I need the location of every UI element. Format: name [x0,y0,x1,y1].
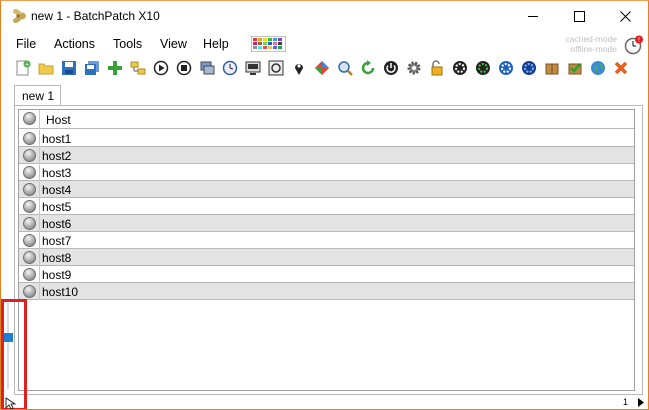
host-cell[interactable]: host9 [42,268,71,282]
status-ball-icon [23,200,36,213]
queue-icon[interactable] [266,58,286,78]
host-cell[interactable]: host3 [42,166,71,180]
minimize-icon [527,15,538,17]
table-row[interactable]: host1 [19,130,634,147]
title-bar: new 1 - BatchPatch X10 [1,1,648,31]
status-ball-icon [23,251,36,264]
save-icon[interactable] [59,58,79,78]
host-cell[interactable]: host7 [42,234,71,248]
status-ball-icon [23,112,36,125]
tab-new-1[interactable]: new 1 [14,85,61,106]
table-row[interactable]: host2 [19,147,634,164]
status-ball-icon [23,217,36,230]
status-ball-icon [23,183,36,196]
batchpatch-logo-icon [13,9,26,23]
status-ball-icon [23,285,36,298]
cycle-3-icon[interactable] [496,58,516,78]
svg-text:!: ! [638,37,640,44]
mode-indicator: cached-mode offline-mode [565,34,617,54]
host-cell[interactable]: host5 [42,200,71,214]
status-ball-icon [23,234,36,247]
status-ball-icon [23,268,36,281]
location-pin-icon[interactable] [289,58,309,78]
toolbar: + [13,58,643,80]
cycle-2-icon[interactable] [473,58,493,78]
svg-text:+: + [25,62,29,69]
open-folder-icon[interactable] [36,58,56,78]
save-all-icon[interactable] [82,58,102,78]
status-ball-icon [23,149,36,162]
menu-help[interactable]: Help [203,37,229,51]
highlight-box [1,299,27,409]
cycle-4-icon[interactable] [519,58,539,78]
grid-panel: Host host1 host2 host3 host4 host5 host6… [14,105,643,395]
close-button[interactable] [602,1,648,31]
host-cell[interactable]: host10 [42,285,78,299]
alarm-clock-icon[interactable]: ! [624,35,644,55]
cached-mode-label: cached-mode [565,34,617,44]
unlock-icon[interactable] [427,58,447,78]
diamond-icon[interactable] [312,58,332,78]
table-row[interactable]: host9 [19,266,634,283]
color-palette-icon[interactable] [251,36,286,52]
host-cell[interactable]: host2 [42,149,71,163]
page-number: 1 [623,397,629,407]
maximize-button[interactable] [556,1,602,31]
column-header-host[interactable]: Host [46,113,71,127]
gear-icon[interactable] [404,58,424,78]
play-icon[interactable] [151,58,171,78]
menu-file[interactable]: File [16,37,36,51]
power-icon[interactable] [381,58,401,78]
status-ball-icon [23,166,36,179]
stop-icon[interactable] [174,58,194,78]
hosts-grid: Host host1 host2 host3 host4 host5 host6… [18,109,635,391]
refresh-icon[interactable] [358,58,378,78]
menu-view[interactable]: View [160,37,187,51]
maximize-icon [573,10,585,22]
globe-icon[interactable] [588,58,608,78]
table-row[interactable]: host7 [19,232,634,249]
window-title: new 1 - BatchPatch X10 [31,9,160,23]
menu-tools[interactable]: Tools [113,37,142,51]
host-cell[interactable]: host6 [42,217,71,231]
menu-bar: File Actions Tools View Help cached-mode… [1,32,648,56]
add-hosts-icon[interactable] [105,58,125,78]
menu-actions[interactable]: Actions [54,37,95,51]
table-row[interactable]: host5 [19,198,634,215]
scheduler-icon[interactable] [220,58,240,78]
package-icon[interactable] [542,58,562,78]
host-groups-icon[interactable] [128,58,148,78]
host-cell[interactable]: host4 [42,183,71,197]
approve-icon[interactable] [565,58,585,78]
new-grid-icon[interactable]: + [13,58,33,78]
search-icon[interactable] [335,58,355,78]
table-row[interactable]: host4 [19,181,634,198]
table-row[interactable]: host8 [19,249,634,266]
close-icon [619,10,631,22]
cycle-1-icon[interactable] [450,58,470,78]
deploy-icon[interactable] [243,58,263,78]
offline-mode-label: offline-mode [570,44,617,54]
host-cell[interactable]: host1 [42,132,71,146]
status-bar: 1 [1,396,648,409]
status-ball-icon [23,132,36,145]
table-row[interactable]: host3 [19,164,634,181]
grid-header-row: Host [19,110,634,129]
host-cell[interactable]: host8 [42,251,71,265]
minimize-button[interactable] [510,1,556,31]
remote-agent-icon[interactable] [197,58,217,78]
column-separator [39,110,40,129]
mouse-cursor-icon [5,397,17,409]
table-row[interactable]: host6 [19,215,634,232]
close-x-icon[interactable] [611,58,631,78]
main-window: new 1 - BatchPatch X10 File Actions Tool… [0,0,649,410]
next-page-icon[interactable] [637,398,645,407]
table-row[interactable]: host10 [19,283,634,300]
